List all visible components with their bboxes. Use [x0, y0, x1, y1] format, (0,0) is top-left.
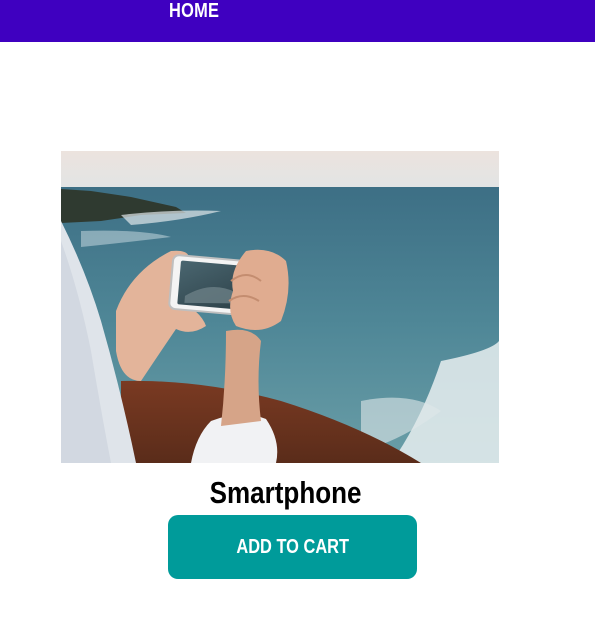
- product-name: Smartphone: [209, 475, 362, 510]
- add-to-cart-button[interactable]: ADD TO CART: [168, 515, 417, 579]
- nav-home-link[interactable]: HOME: [169, 0, 219, 22]
- add-to-cart-label: ADD TO CART: [236, 535, 349, 558]
- product-image: [61, 151, 499, 463]
- top-nav-bar: HOME: [0, 0, 595, 42]
